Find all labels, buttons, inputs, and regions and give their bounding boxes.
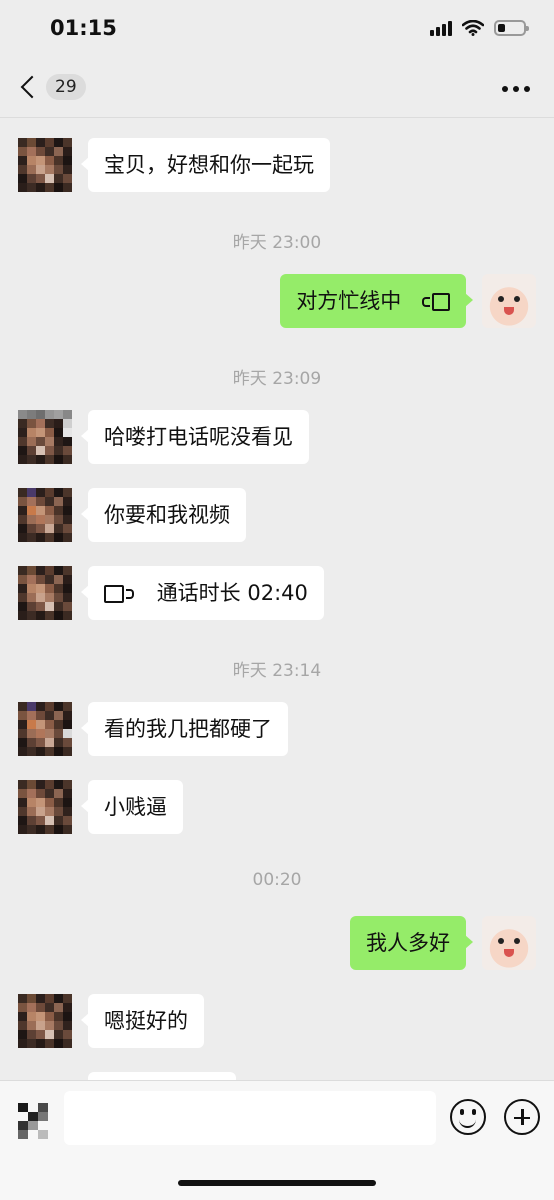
timestamp: 昨天 23:14: [232, 661, 322, 681]
message-input[interactable]: [64, 1091, 436, 1145]
contact-avatar[interactable]: [18, 410, 72, 464]
timestamp: 昨天 23:09: [232, 369, 322, 389]
video-call-record-bubble[interactable]: 通话时长 02:40: [81, 566, 324, 620]
incoming-message-bubble[interactable]: 你要和我视频: [81, 488, 246, 542]
status-bar: 01:15: [0, 0, 554, 60]
partial-message-bubble: [88, 1072, 236, 1080]
status-icons: [430, 20, 529, 36]
nav-bar: 29: [0, 60, 554, 118]
message-row: 通话时长 02:40: [0, 566, 554, 622]
voice-toggle-icon[interactable]: [18, 1103, 48, 1141]
incoming-message-bubble[interactable]: 小贱逼: [81, 780, 183, 834]
contact-avatar[interactable]: [18, 566, 72, 620]
emoji-icon[interactable]: [450, 1099, 486, 1135]
message-row: 对方忙线中: [0, 274, 554, 330]
message-row: 嗯挺好的: [0, 994, 554, 1050]
outgoing-message-bubble[interactable]: 对方忙线中: [280, 274, 473, 328]
cellular-signal-icon: [430, 20, 452, 36]
contact-avatar[interactable]: [18, 780, 72, 834]
chevron-left-icon: [20, 75, 44, 99]
contact-avatar[interactable]: [18, 488, 72, 542]
more-dots-icon: [502, 86, 508, 92]
incoming-message-bubble[interactable]: 哈喽打电话呢没看见: [81, 410, 309, 464]
message-row: [0, 1072, 554, 1080]
message-row: 哈喽打电话呢没看见: [0, 410, 554, 466]
message-row: 你要和我视频: [0, 488, 554, 544]
message-row: 宝贝，好想和你一起玩: [0, 138, 554, 194]
status-time: 01:15: [50, 16, 117, 40]
contact-avatar[interactable]: [18, 702, 72, 756]
chat-history[interactable]: 宝贝，好想和你一起玩 昨天 23:00 对方忙线中 昨天 23:09 哈喽打电话…: [0, 118, 554, 1080]
contact-avatar[interactable]: [18, 138, 72, 192]
video-call-icon: [104, 585, 134, 603]
incoming-message-bubble[interactable]: 嗯挺好的: [81, 994, 204, 1048]
timestamp: 00:20: [252, 870, 302, 890]
more-options-button[interactable]: [502, 86, 530, 92]
unread-count-badge: 29: [46, 74, 86, 100]
battery-icon: [494, 20, 529, 36]
message-text: 对方忙线中: [296, 289, 402, 313]
call-duration-text: 通话时长 02:40: [156, 581, 308, 605]
message-row: 我人多好: [0, 916, 554, 972]
incoming-message-bubble[interactable]: 宝贝，好想和你一起玩: [81, 138, 330, 192]
timestamp: 昨天 23:00: [232, 233, 322, 253]
contact-avatar[interactable]: [18, 994, 72, 1048]
self-avatar[interactable]: [482, 274, 536, 328]
message-row: 小贱逼: [0, 780, 554, 836]
home-indicator[interactable]: [178, 1180, 376, 1186]
back-button[interactable]: 29: [16, 74, 86, 100]
incoming-message-bubble[interactable]: 看的我几把都硬了: [81, 702, 288, 756]
outgoing-message-bubble[interactable]: 我人多好: [350, 916, 473, 970]
video-call-icon: [422, 293, 450, 311]
wifi-icon: [462, 20, 484, 36]
self-avatar[interactable]: [482, 916, 536, 970]
message-row: 看的我几把都硬了: [0, 702, 554, 758]
plus-icon[interactable]: [504, 1099, 540, 1135]
